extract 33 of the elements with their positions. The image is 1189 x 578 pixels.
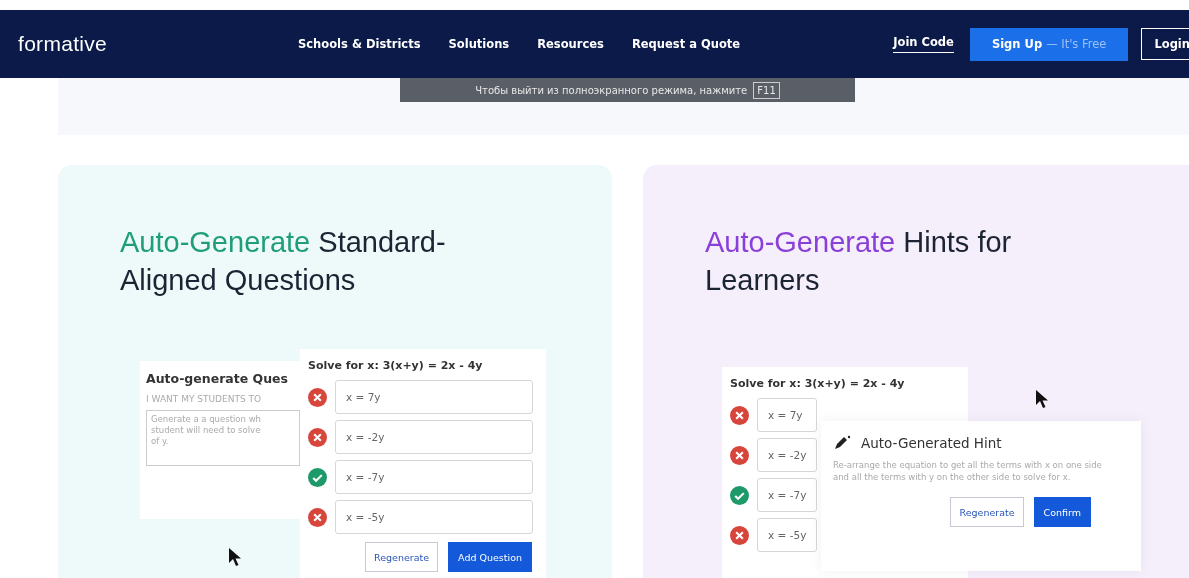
add-question-button[interactable]: Add Question xyxy=(448,542,532,572)
answer-field[interactable]: x = -5y xyxy=(757,518,817,552)
nav-link[interactable]: Resources xyxy=(537,37,604,51)
answer-field[interactable]: x = -5y xyxy=(335,500,533,534)
login-button[interactable]: Login xyxy=(1141,28,1189,60)
key-label: F11 xyxy=(753,81,780,99)
question-text: Solve for x: 3(x+y) = 2x - 4y xyxy=(730,377,906,390)
nav-link[interactable]: Schools & Districts xyxy=(298,37,421,51)
answer-field[interactable]: x = 7y xyxy=(335,380,533,414)
generator-title: Auto-generate Ques xyxy=(146,371,289,386)
feature-title: Auto-Generate Hints for Learners xyxy=(705,225,1013,298)
answer-field[interactable]: x = 7y xyxy=(757,398,817,432)
nav-link[interactable]: Solutions xyxy=(448,37,510,51)
regenerate-button[interactable]: Regenerate xyxy=(950,497,1024,527)
answer-field[interactable]: x = -7y xyxy=(335,460,533,494)
question-text: Solve for x: 3(x+y) = 2x - 4y xyxy=(308,359,484,372)
nav-link[interactable]: Request a Quote xyxy=(631,37,741,51)
field-label: I WANT MY STUDENTS TO xyxy=(146,394,263,404)
sign-up-button[interactable]: Sign Up — It's Free xyxy=(969,27,1129,61)
join-code-link[interactable]: Join Code xyxy=(893,35,954,53)
cursor-icon xyxy=(228,547,242,567)
logo[interactable]: formative xyxy=(18,32,278,56)
regenerate-button[interactable]: Regenerate xyxy=(365,542,439,572)
answer-field[interactable]: x = -7y xyxy=(757,478,817,512)
answer-field[interactable]: x = -2y xyxy=(757,438,817,472)
feature-title: Auto-Generate Standard-Aligned Questions xyxy=(120,225,447,298)
confirm-button[interactable]: Confirm xyxy=(1033,497,1091,527)
hint-text: Re-arrange the equation to get all the terms with x on one side and all the terms with y on the other side to solve for x. xyxy=(833,459,1103,483)
notice-text: Чтобы выйти из полноэкранного режима, нажмите xyxy=(475,84,748,96)
cursor-icon xyxy=(1035,389,1049,409)
hint-title: Auto-Generated Hint xyxy=(861,435,1002,451)
pen-icon xyxy=(833,435,851,451)
answer-field[interactable]: x = -2y xyxy=(335,420,533,454)
